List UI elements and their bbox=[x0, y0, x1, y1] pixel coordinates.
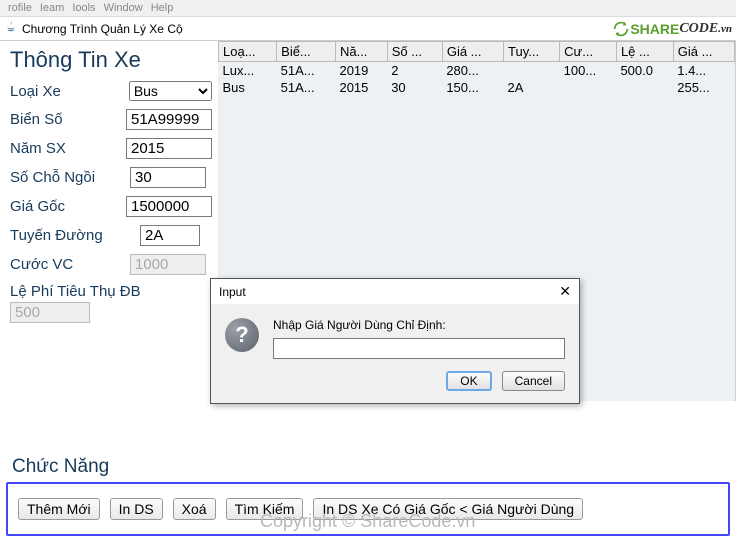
dialog-input[interactable] bbox=[273, 338, 565, 359]
table-header[interactable]: Nă... bbox=[335, 42, 387, 62]
table-header[interactable]: Biể... bbox=[277, 42, 336, 62]
nam-sx-input[interactable] bbox=[126, 138, 212, 159]
cuoc-label: Cước VC bbox=[10, 256, 130, 273]
button-row: Thêm Mới In DS Xoá Tìm Kiếm In DS Xe Có … bbox=[6, 482, 730, 536]
menu-item: rofile bbox=[6, 2, 34, 14]
loai-xe-label: Loại Xe bbox=[10, 83, 129, 100]
xoa-button[interactable]: Xoá bbox=[173, 498, 216, 520]
dialog-prompt: Nhập Giá Người Dùng Chỉ Định: bbox=[273, 318, 565, 332]
dialog-title: Input bbox=[219, 285, 246, 299]
in-ds-gia-button[interactable]: In DS Xe Có Giá Gốc < Giá Người Dùng bbox=[313, 498, 583, 520]
table-cell bbox=[616, 79, 673, 96]
table-row[interactable]: Lux...51A...20192280... 100...500.01.4... bbox=[219, 62, 735, 80]
info-heading: Thông Tin Xe bbox=[10, 47, 212, 73]
table-cell: 1.4... bbox=[673, 62, 734, 80]
so-cho-input[interactable] bbox=[130, 167, 206, 188]
java-icon bbox=[4, 19, 18, 38]
menu-item: Ieam bbox=[38, 2, 66, 14]
table-cell: 2015 bbox=[335, 79, 387, 96]
loai-xe-select[interactable]: Bus bbox=[129, 81, 212, 101]
sharecode-logo: SHARECODE.vn bbox=[612, 20, 732, 38]
tuyen-label: Tuyến Đường bbox=[10, 227, 140, 244]
so-cho-label: Số Chỗ Ngồi bbox=[10, 169, 130, 186]
table-header[interactable]: Cư... bbox=[560, 42, 617, 62]
lephi-input bbox=[10, 302, 90, 323]
table-cell: 280... bbox=[442, 62, 503, 80]
close-icon[interactable]: ✕ bbox=[559, 283, 571, 300]
table-cell: 30 bbox=[387, 79, 442, 96]
table-cell: 51A... bbox=[277, 62, 336, 80]
table-header[interactable]: Loạ... bbox=[219, 42, 277, 62]
tim-kiem-button[interactable]: Tìm Kiếm bbox=[226, 498, 304, 520]
menu-item: Help bbox=[149, 2, 176, 14]
menu-item: Window bbox=[102, 2, 145, 14]
lephi-label: Lệ Phí Tiêu Thụ ĐB bbox=[10, 283, 210, 300]
table-cell: 255... bbox=[673, 79, 734, 96]
cancel-button[interactable]: Cancel bbox=[502, 371, 565, 391]
window-title: Chương Trình Quản Lý Xe Cộ bbox=[22, 22, 612, 36]
table-cell bbox=[560, 79, 617, 96]
refresh-icon bbox=[612, 20, 630, 38]
table-header[interactable]: Tuy... bbox=[504, 42, 560, 62]
input-dialog: Input ✕ ? Nhập Giá Người Dùng Chỉ Định: … bbox=[210, 278, 580, 404]
xe-table[interactable]: Loạ...Biể...Nă...Số ...Giá ...Tuy...Cư..… bbox=[218, 41, 735, 96]
function-heading: Chức Năng bbox=[12, 456, 730, 478]
gia-goc-label: Giá Gốc bbox=[10, 198, 126, 215]
table-cell: Bus bbox=[219, 79, 277, 96]
table-cell: 100... bbox=[560, 62, 617, 80]
table-header[interactable]: Số ... bbox=[387, 42, 442, 62]
question-icon: ? bbox=[225, 318, 259, 352]
ok-button[interactable]: OK bbox=[446, 371, 491, 391]
tuyen-input[interactable] bbox=[140, 225, 200, 246]
table-cell bbox=[504, 62, 560, 80]
cuoc-input bbox=[130, 254, 206, 275]
gia-goc-input[interactable] bbox=[126, 196, 212, 217]
nam-sx-label: Năm SX bbox=[10, 140, 126, 157]
table-cell: 2 bbox=[387, 62, 442, 80]
table-cell: 150... bbox=[442, 79, 503, 96]
them-moi-button[interactable]: Thêm Mới bbox=[18, 498, 100, 520]
ide-menubar: rofile Ieam Iools Window Help bbox=[0, 0, 736, 17]
table-cell: 51A... bbox=[277, 79, 336, 96]
table-header[interactable]: Giá ... bbox=[442, 42, 503, 62]
in-ds-button[interactable]: In DS bbox=[110, 498, 163, 520]
window-titlebar: Chương Trình Quản Lý Xe Cộ SHARECODE.vn bbox=[0, 17, 736, 41]
function-section: Chức Năng Thêm Mới In DS Xoá Tìm Kiếm In… bbox=[6, 456, 730, 536]
menu-item: Iools bbox=[70, 2, 97, 14]
table-cell: Lux... bbox=[219, 62, 277, 80]
bien-so-input[interactable] bbox=[126, 109, 212, 130]
table-header[interactable]: Lệ ... bbox=[616, 42, 673, 62]
table-cell: 500.0 bbox=[616, 62, 673, 80]
table-row[interactable]: Bus51A...201530150...2A 255... bbox=[219, 79, 735, 96]
table-cell: 2019 bbox=[335, 62, 387, 80]
table-header[interactable]: Giá ... bbox=[673, 42, 734, 62]
table-cell: 2A bbox=[504, 79, 560, 96]
bien-so-label: Biển Số bbox=[10, 111, 126, 128]
